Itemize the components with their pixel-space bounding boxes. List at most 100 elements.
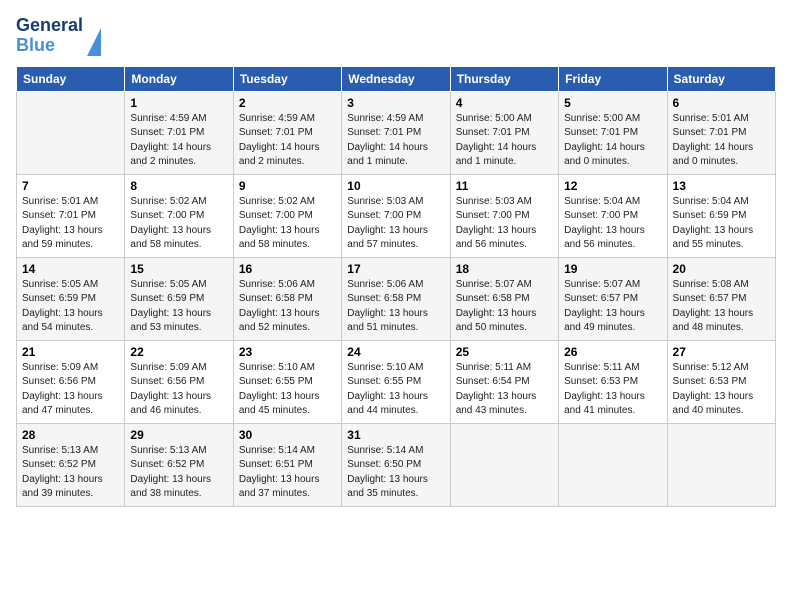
calendar-cell: 4 Sunrise: 5:00 AM Sunset: 7:01 PM Daylig… xyxy=(450,91,558,174)
day-number: 1 xyxy=(130,96,227,110)
day-number: 2 xyxy=(239,96,336,110)
calendar-cell: 15 Sunrise: 5:05 AM Sunset: 6:59 PM Dayli… xyxy=(125,257,233,340)
calendar-cell: 3 Sunrise: 4:59 AM Sunset: 7:01 PM Daylig… xyxy=(342,91,450,174)
logo-line1: General xyxy=(16,16,83,36)
day-info: Sunrise: 5:14 AM Sunset: 6:50 PM Dayligh… xyxy=(347,444,444,502)
page-header: General Blue xyxy=(16,16,776,56)
calendar-cell: 5 Sunrise: 5:00 AM Sunset: 7:01 PM Daylig… xyxy=(559,91,667,174)
day-number: 18 xyxy=(456,262,553,276)
calendar-cell: 2 Sunrise: 4:59 AM Sunset: 7:01 PM Daylig… xyxy=(233,91,341,174)
day-number: 8 xyxy=(130,179,227,193)
day-info: Sunrise: 5:05 AM Sunset: 6:59 PM Dayligh… xyxy=(130,278,227,336)
day-info: Sunrise: 5:03 AM Sunset: 7:00 PM Dayligh… xyxy=(347,195,444,253)
day-number: 7 xyxy=(22,179,119,193)
day-info: Sunrise: 5:04 AM Sunset: 7:00 PM Dayligh… xyxy=(564,195,661,253)
day-number: 23 xyxy=(239,345,336,359)
day-number: 26 xyxy=(564,345,661,359)
calendar-cell: 23Sunrise: 5:10 AM Sunset: 6:55 PM Dayli… xyxy=(233,340,341,423)
day-number: 19 xyxy=(564,262,661,276)
calendar-cell: 29 Sunrise: 5:13 AM Sunset: 6:52 PM Dayli… xyxy=(125,423,233,506)
column-header-tuesday: Tuesday xyxy=(233,66,341,91)
logo-line2: Blue xyxy=(16,36,83,56)
calendar-cell: 16 Sunrise: 5:06 AM Sunset: 6:58 PM Dayli… xyxy=(233,257,341,340)
calendar-cell: 25 Sunrise: 5:11 AM Sunset: 6:54 PM Dayli… xyxy=(450,340,558,423)
day-number: 24 xyxy=(347,345,444,359)
day-number: 30 xyxy=(239,428,336,442)
calendar-table: SundayMondayTuesdayWednesdayThursdayFrid… xyxy=(16,66,776,507)
calendar-cell: 19 Sunrise: 5:07 AM Sunset: 6:57 PM Dayli… xyxy=(559,257,667,340)
day-info: Sunrise: 5:08 AM Sunset: 6:57 PM Dayligh… xyxy=(673,278,770,336)
calendar-cell xyxy=(450,423,558,506)
day-number: 27 xyxy=(673,345,770,359)
calendar-cell: 10 Sunrise: 5:03 AM Sunset: 7:00 PM Dayli… xyxy=(342,174,450,257)
column-header-wednesday: Wednesday xyxy=(342,66,450,91)
day-number: 5 xyxy=(564,96,661,110)
day-number: 31 xyxy=(347,428,444,442)
day-info: Sunrise: 5:00 AM Sunset: 7:01 PM Dayligh… xyxy=(564,112,661,170)
calendar-cell: 24 Sunrise: 5:10 AM Sunset: 6:55 PM Dayli… xyxy=(342,340,450,423)
day-info: Sunrise: 5:03 AM Sunset: 7:00 PM Dayligh… xyxy=(456,195,553,253)
day-number: 22 xyxy=(130,345,227,359)
day-number: 15 xyxy=(130,262,227,276)
day-number: 10 xyxy=(347,179,444,193)
day-number: 9 xyxy=(239,179,336,193)
calendar-cell: 21Sunrise: 5:09 AM Sunset: 6:56 PM Dayli… xyxy=(17,340,125,423)
day-info: Sunrise: 5:05 AM Sunset: 6:59 PM Dayligh… xyxy=(22,278,119,336)
calendar-cell: 14 Sunrise: 5:05 AM Sunset: 6:59 PM Dayli… xyxy=(17,257,125,340)
day-info: Sunrise: 5:02 AM Sunset: 7:00 PM Dayligh… xyxy=(130,195,227,253)
day-info: Sunrise: 5:09 AM Sunset: 6:56 PM Dayligh… xyxy=(130,361,227,419)
day-number: 16 xyxy=(239,262,336,276)
day-number: 4 xyxy=(456,96,553,110)
calendar-cell: 11 Sunrise: 5:03 AM Sunset: 7:00 PM Dayli… xyxy=(450,174,558,257)
day-number: 20 xyxy=(673,262,770,276)
day-info: Sunrise: 5:04 AM Sunset: 6:59 PM Dayligh… xyxy=(673,195,770,253)
day-info: Sunrise: 5:01 AM Sunset: 7:01 PM Dayligh… xyxy=(22,195,119,253)
day-number: 11 xyxy=(456,179,553,193)
calendar-cell: 22 Sunrise: 5:09 AM Sunset: 6:56 PM Dayli… xyxy=(125,340,233,423)
day-number: 28 xyxy=(22,428,119,442)
calendar-cell: 26 Sunrise: 5:11 AM Sunset: 6:53 PM Dayli… xyxy=(559,340,667,423)
calendar-week-row: 21Sunrise: 5:09 AM Sunset: 6:56 PM Dayli… xyxy=(17,340,776,423)
day-info: Sunrise: 5:07 AM Sunset: 6:58 PM Dayligh… xyxy=(456,278,553,336)
day-info: Sunrise: 5:06 AM Sunset: 6:58 PM Dayligh… xyxy=(347,278,444,336)
day-number: 3 xyxy=(347,96,444,110)
calendar-cell: 6Sunrise: 5:01 AM Sunset: 7:01 PM Daylig… xyxy=(667,91,775,174)
calendar-cell xyxy=(667,423,775,506)
calendar-cell: 1 Sunrise: 4:59 AM Sunset: 7:01 PM Daylig… xyxy=(125,91,233,174)
calendar-cell: 12Sunrise: 5:04 AM Sunset: 7:00 PM Dayli… xyxy=(559,174,667,257)
day-number: 13 xyxy=(673,179,770,193)
calendar-cell: 13 Sunrise: 5:04 AM Sunset: 6:59 PM Dayli… xyxy=(667,174,775,257)
column-header-sunday: Sunday xyxy=(17,66,125,91)
logo: General Blue xyxy=(16,16,101,56)
day-info: Sunrise: 4:59 AM Sunset: 7:01 PM Dayligh… xyxy=(347,112,444,170)
calendar-week-row: 7 Sunrise: 5:01 AM Sunset: 7:01 PM Daylig… xyxy=(17,174,776,257)
day-number: 25 xyxy=(456,345,553,359)
day-info: Sunrise: 5:10 AM Sunset: 6:55 PM Dayligh… xyxy=(347,361,444,419)
column-header-saturday: Saturday xyxy=(667,66,775,91)
calendar-week-row: 1 Sunrise: 4:59 AM Sunset: 7:01 PM Daylig… xyxy=(17,91,776,174)
day-number: 29 xyxy=(130,428,227,442)
calendar-week-row: 14 Sunrise: 5:05 AM Sunset: 6:59 PM Dayli… xyxy=(17,257,776,340)
day-info: Sunrise: 5:11 AM Sunset: 6:54 PM Dayligh… xyxy=(456,361,553,419)
day-info: Sunrise: 5:07 AM Sunset: 6:57 PM Dayligh… xyxy=(564,278,661,336)
calendar-week-row: 28 Sunrise: 5:13 AM Sunset: 6:52 PM Dayli… xyxy=(17,423,776,506)
day-info: Sunrise: 5:09 AM Sunset: 6:56 PM Dayligh… xyxy=(22,361,119,419)
day-info: Sunrise: 5:06 AM Sunset: 6:58 PM Dayligh… xyxy=(239,278,336,336)
day-info: Sunrise: 5:11 AM Sunset: 6:53 PM Dayligh… xyxy=(564,361,661,419)
day-number: 6 xyxy=(673,96,770,110)
calendar-cell: 27 Sunrise: 5:12 AM Sunset: 6:53 PM Dayli… xyxy=(667,340,775,423)
calendar-cell: 8 Sunrise: 5:02 AM Sunset: 7:00 PM Daylig… xyxy=(125,174,233,257)
column-header-friday: Friday xyxy=(559,66,667,91)
calendar-header-row: SundayMondayTuesdayWednesdayThursdayFrid… xyxy=(17,66,776,91)
day-info: Sunrise: 4:59 AM Sunset: 7:01 PM Dayligh… xyxy=(239,112,336,170)
day-number: 14 xyxy=(22,262,119,276)
day-info: Sunrise: 5:13 AM Sunset: 6:52 PM Dayligh… xyxy=(22,444,119,502)
calendar-cell: 17 Sunrise: 5:06 AM Sunset: 6:58 PM Dayli… xyxy=(342,257,450,340)
day-info: Sunrise: 4:59 AM Sunset: 7:01 PM Dayligh… xyxy=(130,112,227,170)
calendar-cell: 9Sunrise: 5:02 AM Sunset: 7:00 PM Daylig… xyxy=(233,174,341,257)
day-info: Sunrise: 5:00 AM Sunset: 7:01 PM Dayligh… xyxy=(456,112,553,170)
day-info: Sunrise: 5:12 AM Sunset: 6:53 PM Dayligh… xyxy=(673,361,770,419)
day-info: Sunrise: 5:13 AM Sunset: 6:52 PM Dayligh… xyxy=(130,444,227,502)
calendar-cell: 28 Sunrise: 5:13 AM Sunset: 6:52 PM Dayli… xyxy=(17,423,125,506)
day-number: 17 xyxy=(347,262,444,276)
